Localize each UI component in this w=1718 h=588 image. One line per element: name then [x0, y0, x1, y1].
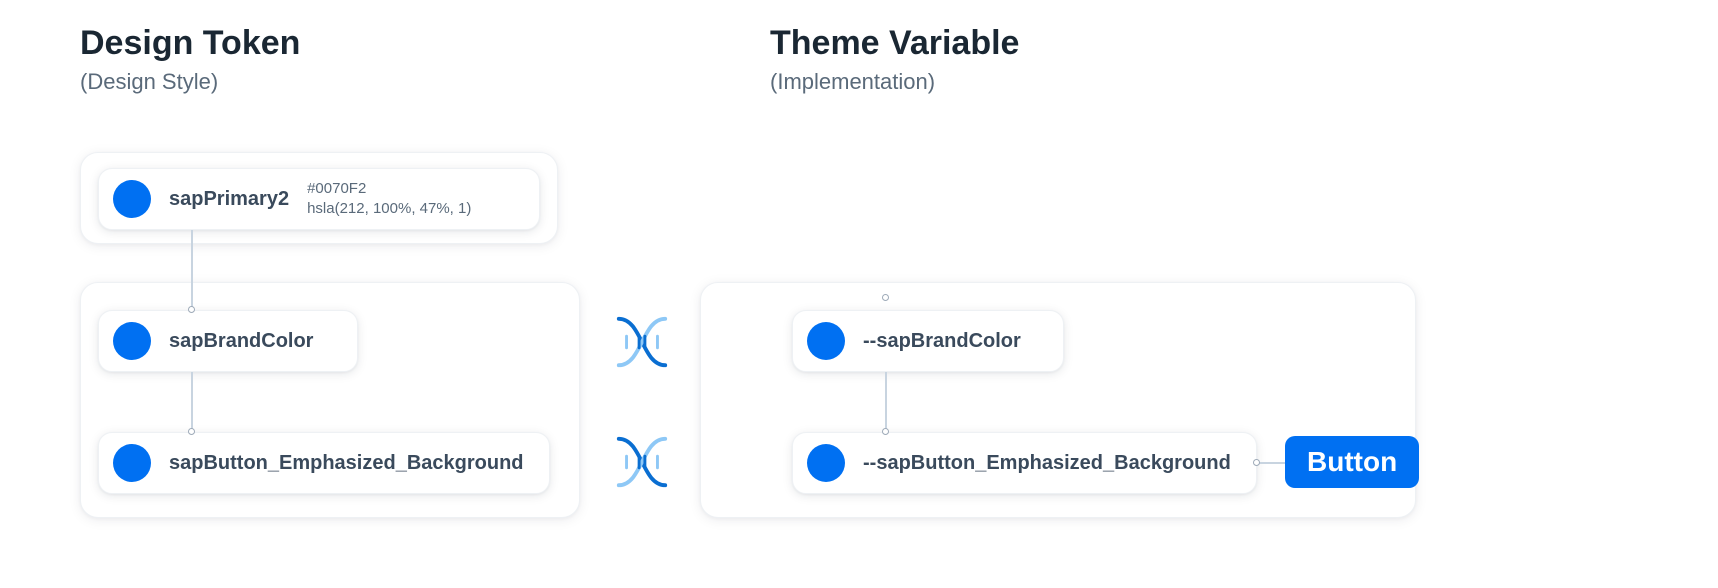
var-name: --sapButton_Emphasized_Background: [863, 452, 1231, 475]
var-name: --sapBrandColor: [863, 330, 1021, 353]
connector-line: [191, 372, 193, 432]
pill-sapButtonEmphBg: sapButton_Emphasized_Background: [98, 432, 550, 494]
token-name: sapButton_Emphasized_Background: [169, 452, 524, 475]
button-label: Button: [1307, 446, 1397, 478]
token-hsla: hsla(212, 100%, 47%, 1): [307, 199, 471, 219]
left-subtitle: (Design Style): [80, 69, 300, 95]
connector-dot-icon: [188, 306, 195, 313]
pill-sapPrimary2: sapPrimary2 #0070F2 hsla(212, 100%, 47%,…: [98, 168, 540, 230]
emphasized-button[interactable]: Button: [1285, 436, 1419, 488]
connector-dot-icon: [882, 428, 889, 435]
connector-dot-icon: [1253, 459, 1260, 466]
pill-var-sapBrandColor: --sapBrandColor: [792, 310, 1064, 372]
pill-sapBrandColor: sapBrandColor: [98, 310, 358, 372]
connector-line: [1257, 462, 1285, 464]
connector-line: [191, 230, 193, 310]
token-name: sapBrandColor: [169, 330, 313, 353]
token-meta: #0070F2 hsla(212, 100%, 47%, 1): [307, 179, 471, 220]
connector-dot-icon: [882, 294, 889, 301]
token-name: sapPrimary2: [169, 188, 289, 211]
token-hex: #0070F2: [307, 179, 471, 199]
pill-var-sapButtonEmphBg: --sapButton_Emphasized_Background: [792, 432, 1257, 494]
left-title: Design Token: [80, 24, 300, 63]
swatch-icon: [113, 180, 151, 218]
dna-link-icon: [613, 434, 671, 490]
swatch-icon: [807, 322, 845, 360]
swatch-icon: [113, 444, 151, 482]
connector-line: [885, 372, 887, 432]
right-header: Theme Variable (Implementation): [770, 24, 1019, 95]
swatch-icon: [113, 322, 151, 360]
right-title: Theme Variable: [770, 24, 1019, 63]
connector-dot-icon: [188, 428, 195, 435]
dna-link-icon: [613, 314, 671, 370]
left-header: Design Token (Design Style): [80, 24, 300, 95]
swatch-icon: [807, 444, 845, 482]
right-subtitle: (Implementation): [770, 69, 1019, 95]
